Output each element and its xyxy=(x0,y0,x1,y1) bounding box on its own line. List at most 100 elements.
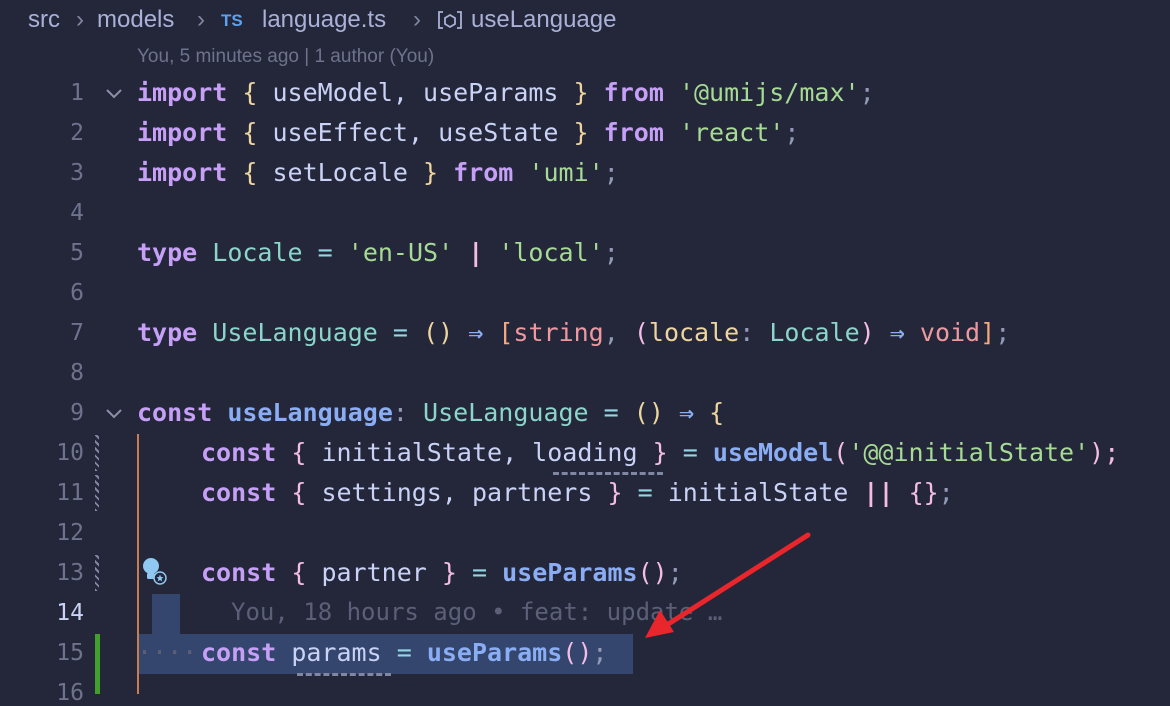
arrow-operator: ⇒ xyxy=(889,318,905,347)
brace: { xyxy=(709,398,725,427)
string-literal: 'umi' xyxy=(528,158,604,187)
line-number-active: 14 xyxy=(56,600,84,626)
brace: } xyxy=(573,78,589,107)
code-line[interactable]: const { partner } = useParams(); xyxy=(201,558,683,587)
typescript-file-icon: TS xyxy=(221,11,243,30)
brace: { xyxy=(291,478,307,507)
code-line[interactable]: const { settings, partners } = initialSt… xyxy=(201,478,954,507)
function-name: useParams xyxy=(502,558,638,587)
keyword: const xyxy=(201,438,277,467)
paren: () xyxy=(562,638,593,667)
paren: ) xyxy=(438,318,454,347)
code-line[interactable]: type Locale = 'en-US' | 'local'; xyxy=(137,238,619,267)
bracket: ] xyxy=(980,318,996,347)
selection-highlight xyxy=(152,594,180,634)
breadcrumb-item-src[interactable]: src xyxy=(28,6,60,34)
paren: ) xyxy=(648,398,664,427)
brace: { xyxy=(291,438,307,467)
operator: = xyxy=(472,558,488,587)
brace: { xyxy=(242,158,258,187)
line-number: 16 xyxy=(56,680,84,706)
code-line[interactable]: import { useModel, useParams } from '@um… xyxy=(137,78,875,107)
blame-header[interactable]: You, 5 minutes ago | 1 author (You) xyxy=(137,46,434,68)
brace: } xyxy=(652,438,668,467)
string-literal: 'local' xyxy=(498,238,604,267)
keyword: const xyxy=(201,558,277,587)
line-number: 12 xyxy=(56,520,84,546)
paren: () xyxy=(637,558,668,587)
modified-line-marker xyxy=(95,435,99,471)
operator: | xyxy=(468,238,484,267)
punctuation: ; xyxy=(592,638,608,667)
symbol-method-icon xyxy=(437,9,463,37)
paren: ( xyxy=(423,318,439,347)
type-name: Locale xyxy=(769,318,860,347)
line-number: 6 xyxy=(70,280,84,306)
added-line-marker xyxy=(95,634,100,694)
type-name: Locale xyxy=(212,238,303,267)
breadcrumb-item-symbol[interactable]: useLanguage xyxy=(471,6,616,34)
breadcrumb-item-file[interactable]: language.ts xyxy=(262,6,386,34)
breadcrumb: src › models › TS language.ts › useLangu… xyxy=(0,0,1170,42)
fold-chevron-down-icon[interactable] xyxy=(104,84,124,104)
string-literal: '@umijs/max' xyxy=(678,78,860,107)
punctuation: ; xyxy=(603,238,619,267)
punctuation: ; xyxy=(603,158,619,187)
punctuation: ; xyxy=(784,118,800,147)
line-number: 13 xyxy=(56,560,84,586)
function-name: useModel xyxy=(712,438,834,467)
chevron-right-icon: › xyxy=(76,6,84,33)
keyword: import xyxy=(137,158,228,187)
keyword: import xyxy=(137,118,228,147)
punctuation: , xyxy=(603,318,634,347)
unused-variable-underline xyxy=(553,472,663,475)
operator: = xyxy=(682,438,698,467)
brace: { xyxy=(291,558,307,587)
identifier: initialState, xyxy=(321,438,533,467)
code-line[interactable]: import { useEffect, useState } from 'rea… xyxy=(137,118,799,147)
string-literal: '@@initialState' xyxy=(848,438,1090,467)
type-keyword: void xyxy=(919,318,981,347)
keyword: from xyxy=(603,118,664,147)
type-keyword: string xyxy=(513,318,604,347)
operator: = xyxy=(637,478,653,507)
breadcrumb-item-models[interactable]: models xyxy=(97,6,174,34)
brace: {} xyxy=(908,478,939,507)
type-name: UseLanguage xyxy=(212,318,378,347)
code-line-selected[interactable]: const params = useParams(); xyxy=(201,638,607,667)
line-number: 15 xyxy=(56,640,84,666)
brace: } xyxy=(573,118,589,147)
line-number: 7 xyxy=(70,320,84,346)
code-line[interactable]: const useLanguage: UseLanguage = () ⇒ { xyxy=(137,398,724,427)
lightbulb-icon[interactable] xyxy=(139,555,169,587)
identifier: initialState xyxy=(667,478,849,507)
arrow-operator: ⇒ xyxy=(678,398,695,427)
operator: = xyxy=(396,638,412,667)
brace: } xyxy=(441,558,457,587)
inline-blame-annotation[interactable]: You, 18 hours ago • feat: update … xyxy=(231,598,722,626)
function-name: useLanguage xyxy=(227,398,393,427)
identifier: loading xyxy=(532,438,638,467)
brace: { xyxy=(242,118,258,147)
operator: = xyxy=(603,398,619,427)
line-number: 9 xyxy=(70,400,84,426)
unused-variable-underline xyxy=(297,673,391,676)
paren: ) xyxy=(859,318,875,347)
paren: ); xyxy=(1089,438,1120,467)
operator: = xyxy=(317,238,333,267)
code-line[interactable]: type UseLanguage = () ⇒ [string, (locale… xyxy=(137,318,1010,347)
code-line[interactable]: const { initialState, loading } = useMod… xyxy=(201,438,1119,467)
keyword: const xyxy=(201,638,277,667)
operator: || xyxy=(863,478,894,507)
code-line[interactable]: import { setLocale } from 'umi'; xyxy=(137,158,619,187)
keyword: from xyxy=(603,78,664,107)
chevron-right-icon: › xyxy=(413,6,421,33)
modified-line-marker xyxy=(95,555,99,591)
function-name: useParams xyxy=(426,638,563,667)
line-number: 4 xyxy=(70,200,84,226)
keyword: const xyxy=(201,478,277,507)
fold-chevron-down-icon[interactable] xyxy=(104,404,124,424)
keyword: type xyxy=(137,238,198,267)
string-literal: 'en-US' xyxy=(347,238,454,267)
whitespace-indicator: ···· xyxy=(137,638,198,667)
